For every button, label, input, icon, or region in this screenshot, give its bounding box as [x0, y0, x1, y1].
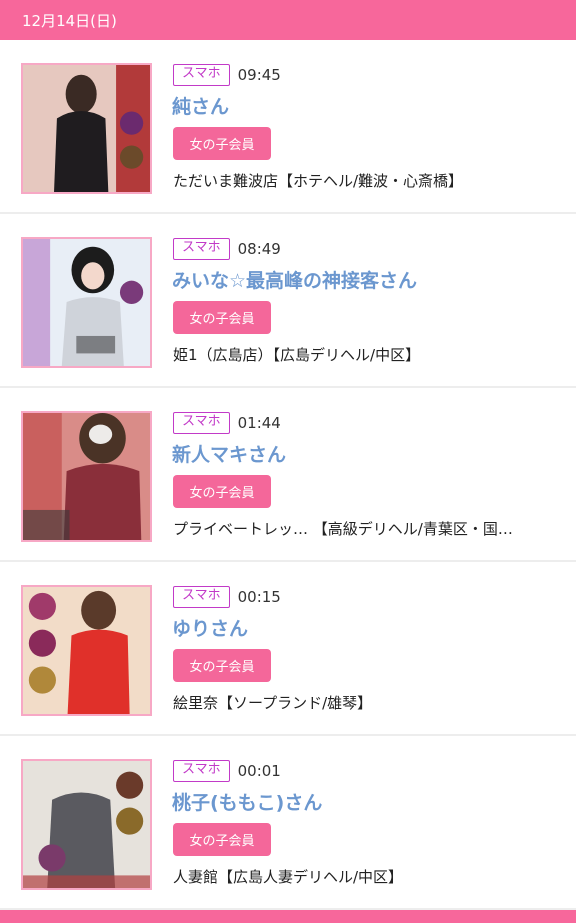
profile-photo-icon — [23, 65, 150, 192]
shop-info[interactable]: 姫1（広島店）【広島デリヘル/中区】 — [173, 344, 420, 365]
device-tag: スマホ — [173, 64, 230, 86]
list-item[interactable]: スマホ 00:15 ゆりさん 女の子会員 絵里奈【ソープランド/雄琴】 — [0, 562, 576, 736]
list-item[interactable]: スマホ 09:45 純さん 女の子会員 ただいま難波店【ホテヘル/難波・心斎橋】 — [0, 40, 576, 214]
girl-name-link[interactable]: 新人マキさん — [172, 440, 286, 467]
shop-info[interactable]: プライベートレッ… 【高級デリヘル/青葉区・国… — [173, 518, 513, 539]
list-item[interactable]: スマホ 00:01 桃子(ももこ)さん 女の子会員 人妻館【広島人妻デリヘル/中… — [0, 736, 576, 910]
profile-photo-icon — [23, 587, 150, 714]
post-time: 09:45 — [237, 66, 281, 84]
profile-thumbnail[interactable] — [21, 585, 152, 716]
device-tag: スマホ — [173, 412, 230, 434]
profile-photo-icon — [23, 761, 150, 888]
shop-info[interactable]: 人妻館【広島人妻デリヘル/中区】 — [173, 866, 403, 887]
shop-info[interactable]: ただいま難波店【ホテヘル/難波・心斎橋】 — [173, 170, 463, 191]
meta-row: スマホ 00:01 — [173, 759, 281, 783]
date-label: 12月14日(日) — [22, 12, 117, 30]
next-date-header — [0, 910, 576, 923]
profile-thumbnail[interactable] — [21, 63, 152, 194]
girl-name-link[interactable]: 桃子(ももこ)さん — [172, 788, 322, 815]
member-badge: 女の子会員 — [173, 823, 271, 856]
profile-photo-icon — [23, 413, 150, 540]
meta-row: スマホ 01:44 — [173, 411, 281, 435]
member-badge: 女の子会員 — [173, 649, 271, 682]
member-badge: 女の子会員 — [173, 475, 271, 508]
device-tag: スマホ — [173, 586, 230, 608]
profile-thumbnail[interactable] — [21, 759, 152, 890]
profile-thumbnail[interactable] — [21, 237, 152, 368]
entry-list: スマホ 09:45 純さん 女の子会員 ただいま難波店【ホテヘル/難波・心斎橋】… — [0, 40, 576, 910]
meta-row: スマホ 09:45 — [173, 63, 281, 87]
profile-thumbnail[interactable] — [21, 411, 152, 542]
post-time: 08:49 — [237, 240, 281, 258]
member-badge: 女の子会員 — [173, 127, 271, 160]
member-badge: 女の子会員 — [173, 301, 271, 334]
girl-name-link[interactable]: みいな☆最高峰の神接客さん — [172, 266, 417, 293]
post-time: 00:01 — [237, 762, 281, 780]
list-item[interactable]: スマホ 01:44 新人マキさん 女の子会員 プライベートレッ… 【高級デリヘル… — [0, 388, 576, 562]
post-time: 00:15 — [237, 588, 281, 606]
list-item[interactable]: スマホ 08:49 みいな☆最高峰の神接客さん 女の子会員 姫1（広島店）【広島… — [0, 214, 576, 388]
meta-row: スマホ 00:15 — [173, 585, 281, 609]
device-tag: スマホ — [173, 238, 230, 260]
post-time: 01:44 — [237, 414, 281, 432]
device-tag: スマホ — [173, 760, 230, 782]
date-header: 12月14日(日) — [0, 0, 576, 40]
meta-row: スマホ 08:49 — [173, 237, 281, 261]
girl-name-link[interactable]: ゆりさん — [172, 614, 248, 641]
profile-photo-icon — [23, 239, 150, 366]
girl-name-link[interactable]: 純さん — [172, 92, 229, 119]
shop-info[interactable]: 絵里奈【ソープランド/雄琴】 — [173, 692, 372, 713]
